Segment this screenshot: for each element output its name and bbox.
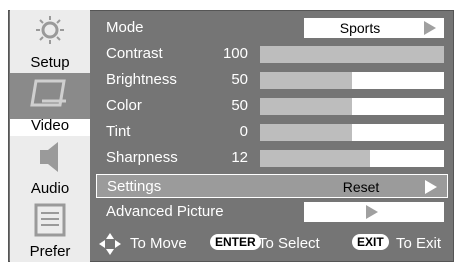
- advanced-picture-select[interactable]: [304, 202, 444, 222]
- settings-row[interactable]: Settings Reset: [96, 174, 448, 198]
- settings-value: Reset: [342, 179, 380, 195]
- tab-video[interactable]: Video: [10, 73, 90, 136]
- slider-fill: [260, 150, 370, 167]
- speaker-icon: [40, 142, 58, 172]
- slider-value: 12: [231, 149, 248, 166]
- slider-label: Sharpness: [106, 149, 178, 166]
- tab-label: Audio: [30, 180, 70, 197]
- tab-label: Prefer: [29, 243, 71, 260]
- slider-value: 0: [239, 123, 248, 140]
- tab-label: Setup: [30, 54, 70, 71]
- footer-help: To Move ENTER To Select EXIT To Exit: [96, 230, 450, 258]
- advanced-picture-label: Advanced Picture: [106, 203, 224, 220]
- sidebar: Setup Video Audio Prefer: [10, 10, 90, 262]
- slider-label: Contrast: [106, 45, 163, 62]
- slider-label: Tint: [106, 123, 131, 140]
- enter-key: ENTER: [210, 234, 261, 250]
- sun-icon: [36, 16, 64, 44]
- slider-label: Color: [106, 97, 142, 114]
- slider-row-color[interactable]: Color 50: [96, 94, 448, 118]
- arrow-right-icon: [425, 180, 437, 194]
- exit-hint: To Exit: [396, 235, 442, 252]
- slider-track[interactable]: [260, 72, 444, 89]
- monitor-icon: [30, 79, 66, 107]
- mode-row[interactable]: Mode Sports: [96, 16, 448, 40]
- select-hint: To Select: [258, 235, 320, 252]
- slider-fill: [260, 98, 352, 115]
- advanced-picture-row[interactable]: Advanced Picture: [96, 200, 448, 224]
- mode-value: Sports: [339, 20, 381, 36]
- move-hint: To Move: [130, 235, 187, 252]
- slider-track[interactable]: [260, 46, 444, 63]
- list-icon: [34, 203, 66, 237]
- settings-label: Settings: [107, 178, 162, 195]
- exit-key: EXIT: [352, 234, 389, 250]
- dpad-icon: [99, 233, 121, 255]
- slider-fill: [260, 72, 352, 89]
- slider-track[interactable]: [260, 124, 444, 141]
- slider-track[interactable]: [260, 98, 444, 115]
- slider-track[interactable]: [260, 150, 444, 167]
- arrow-right-icon: [366, 205, 378, 219]
- tab-label: Video: [30, 117, 70, 134]
- slider-fill: [260, 124, 352, 141]
- slider-row-sharpness[interactable]: Sharpness 12: [96, 146, 448, 170]
- tab-audio[interactable]: Audio: [10, 136, 90, 199]
- slider-value: 50: [231, 97, 248, 114]
- tab-prefer[interactable]: Prefer: [10, 199, 90, 262]
- slider-row-tint[interactable]: Tint 0: [96, 120, 448, 144]
- slider-row-brightness[interactable]: Brightness 50: [96, 68, 448, 92]
- slider-row-contrast[interactable]: Contrast 100: [96, 42, 448, 66]
- tab-setup[interactable]: Setup: [10, 10, 90, 73]
- slider-value: 50: [231, 71, 248, 88]
- mode-select[interactable]: Sports: [304, 18, 444, 38]
- slider-label: Brightness: [106, 71, 177, 88]
- mode-label: Mode: [106, 19, 144, 36]
- slider-fill: [260, 46, 444, 63]
- settings-select[interactable]: Reset: [305, 177, 445, 197]
- arrow-right-icon: [424, 21, 436, 35]
- slider-value: 100: [222, 45, 248, 62]
